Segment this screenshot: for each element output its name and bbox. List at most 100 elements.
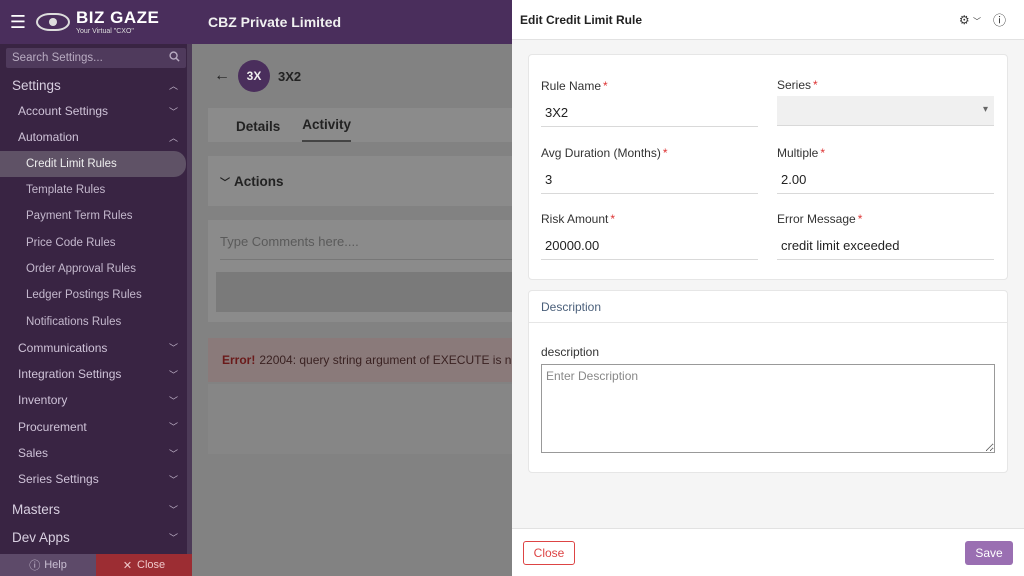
chevron-up-icon: ︿ (168, 132, 178, 143)
avg-duration-field: Avg Duration (Months) * 3 (541, 146, 758, 194)
hamburger-menu-icon[interactable]: ☰ (0, 12, 36, 33)
drawer-footer: Close Save (512, 528, 1024, 576)
sidebar-item-label: Account Settings (18, 104, 109, 119)
help-label: Help (44, 559, 67, 571)
rule-fields-card: Rule Name* 3X2 Series* Avg Duration (Mon… (528, 54, 1008, 280)
sidebar-section-label: Dev Apps (12, 529, 70, 545)
error-message-field: Error Message * credit limit exceeded (777, 212, 994, 260)
tab-activity[interactable]: Activity (302, 117, 352, 142)
sidebar-footer: ⓘ Help ✕ Close (0, 554, 192, 576)
back-arrow-icon[interactable]: ← (214, 67, 230, 85)
sidebar-item-notifications-rules[interactable]: Notifications Rules (0, 308, 192, 334)
drawer-header: Edit Credit Limit Rule ⚙ ﹀ ⓘ (512, 0, 1024, 40)
chevron-down-icon: ﹀ (168, 474, 178, 485)
settings-search-input[interactable]: Search Settings... (6, 48, 186, 68)
sidebar-item-procurement[interactable]: Procurement ﹀ (0, 414, 192, 440)
sidebar-item-label: Template Rules (26, 184, 106, 197)
sidebar-item-label: Inventory (18, 393, 68, 408)
chevron-down-icon: ﹀ (220, 177, 230, 189)
description-card: Description description (528, 290, 1008, 473)
sidebar-item-automation[interactable]: Automation ︿ (0, 124, 192, 150)
rule-name-field: Rule Name * 3X2 (541, 79, 758, 127)
sidebar-item-integration-settings[interactable]: Integration Settings ﹀ (0, 361, 192, 387)
multiple-input[interactable]: 2.00 (777, 164, 994, 194)
sidebar-item-label: Sales (18, 446, 49, 460)
tab-details[interactable]: Details (236, 119, 280, 142)
sidebar-section-masters[interactable]: Masters ﹀ (0, 496, 192, 522)
sidebar-item-credit-limit-rules[interactable]: Credit Limit Rules (0, 150, 186, 177)
record-tabs: Details Activity (208, 108, 512, 142)
sidebar-item-label: Payment Term Rules (26, 210, 133, 223)
comment-toolbar (216, 272, 512, 312)
help-button[interactable]: ⓘ Help (0, 554, 96, 576)
error-prefix: Error! (222, 353, 256, 367)
comments-panel: Type Comments here.... (208, 220, 512, 322)
avatar: 3X (238, 60, 270, 92)
sidebar-item-order-approval-rules[interactable]: Order Approval Rules (0, 256, 192, 282)
sidebar-item-template-rules[interactable]: Template Rules (0, 177, 192, 203)
sidebar-close-button[interactable]: ✕ Close (96, 554, 192, 576)
description-textarea[interactable] (541, 364, 995, 453)
close-button[interactable]: Close (523, 541, 575, 565)
sidebar-item-label: Series Settings (18, 472, 99, 487)
error-message-label: Error Message * (777, 212, 863, 226)
avg-duration-label: Avg Duration (Months) * (541, 146, 668, 160)
logo-main-text: BIZ GAZE (76, 8, 160, 27)
sidebar-item-label: Order Approval Rules (26, 262, 136, 275)
company-name: CBZ Private Limited (208, 14, 342, 30)
save-button[interactable]: Save (965, 541, 1013, 565)
rule-name-input[interactable]: 3X2 (541, 97, 758, 127)
record-main-panel: ← 3X 3X2 Details Activity ﹀ Actions Type… (192, 44, 512, 576)
chevron-down-icon: ﹀ (168, 504, 178, 515)
sidebar-item-series-settings[interactable]: Series Settings ﹀ (0, 466, 192, 492)
gear-icon[interactable]: ⚙ ﹀ (959, 13, 981, 27)
sidebar-item-inventory[interactable]: Inventory ﹀ (0, 387, 192, 413)
chevron-down-icon: ﹀ (168, 395, 178, 406)
drawer-title: Edit Credit Limit Rule (520, 12, 643, 27)
search-placeholder: Search Settings... (12, 52, 103, 64)
sidebar-item-label: Integration Settings (18, 367, 122, 382)
description-label: description (541, 345, 600, 359)
close-label: Close (137, 559, 166, 571)
sidebar-item-payment-term-rules[interactable]: Payment Term Rules (0, 203, 192, 229)
sidebar-section-label: Masters (12, 501, 61, 517)
error-text: 22004: query string argument of EXECUTE … (259, 353, 512, 367)
activity-area (208, 384, 512, 454)
sidebar-item-account-settings[interactable]: Account Settings ﹀ (0, 98, 192, 124)
chevron-down-icon: ﹀ (168, 532, 178, 543)
sidebar-item-sales[interactable]: Sales ﹀ (0, 440, 192, 466)
series-field: Series * (777, 78, 994, 126)
rule-name-label: Rule Name * (541, 79, 608, 93)
sidebar-item-label: Credit Limit Rules (26, 157, 117, 170)
error-message-input[interactable]: credit limit exceeded (777, 230, 994, 260)
chevron-up-icon: ︿ (168, 80, 178, 91)
sidebar-item-label: Price Code Rules (26, 236, 116, 249)
sidebar-section-dev-apps[interactable]: Dev Apps ﹀ (0, 524, 192, 550)
risk-amount-input[interactable]: 20000.00 (541, 230, 758, 260)
avg-duration-input[interactable]: 3 (541, 164, 758, 194)
comment-input[interactable]: Type Comments here.... (220, 234, 512, 260)
series-select[interactable] (777, 96, 994, 126)
sidebar-item-label: Ledger Postings Rules (26, 289, 142, 302)
logo-eye-icon (36, 13, 70, 31)
multiple-label: Multiple * (777, 146, 826, 160)
sidebar-item-ledger-postings-rules[interactable]: Ledger Postings Rules (0, 282, 192, 308)
sidebar-item-communications[interactable]: Communications ﹀ (0, 335, 192, 361)
sidebar-item-price-code-rules[interactable]: Price Code Rules (0, 229, 192, 255)
help-icon[interactable]: ⓘ (993, 10, 1006, 29)
logo-tagline: Your Virtual "CXO" (76, 28, 134, 35)
sidebar-item-label: Communications (18, 340, 108, 355)
help-icon: ⓘ (29, 560, 41, 572)
multiple-field: Multiple * 2.00 (777, 146, 994, 194)
sidebar-item-label: Notifications Rules (26, 315, 122, 328)
actions-accordion[interactable]: ﹀ Actions (208, 156, 512, 206)
risk-amount-label: Risk Amount * (541, 212, 616, 226)
sidebar-section-settings[interactable]: Settings ︿ (0, 72, 192, 98)
logo: BIZ GAZE Your Virtual "CXO" (36, 9, 206, 35)
chevron-down-icon: ﹀ (168, 106, 178, 117)
settings-sidebar: Search Settings... Settings ︿ Account Se… (0, 44, 192, 576)
record-title: 3X2 (278, 68, 302, 84)
chevron-down-icon: ﹀ (168, 422, 178, 433)
close-icon: ✕ (122, 559, 133, 572)
sidebar-item-label: Procurement (18, 419, 87, 434)
